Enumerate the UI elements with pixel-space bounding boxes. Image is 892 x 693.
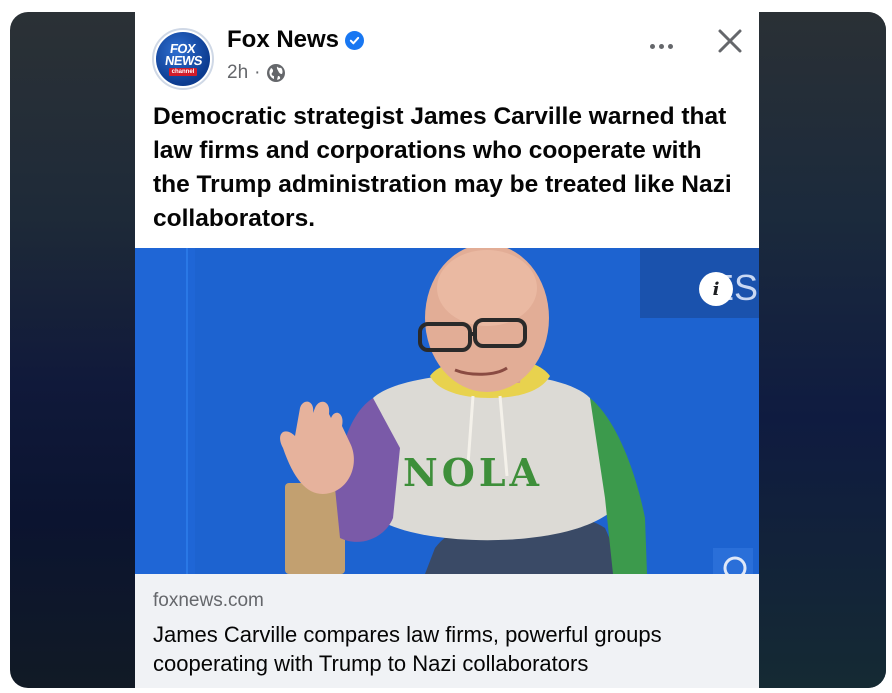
post-card: FOX NEWS channel Fox News 2h · Democrati… bbox=[135, 12, 759, 688]
info-icon: i bbox=[712, 278, 720, 300]
page-name[interactable]: Fox News bbox=[227, 26, 339, 54]
backdrop-glow bbox=[756, 12, 886, 688]
more-options-dot bbox=[667, 43, 673, 49]
meta-separator: · bbox=[254, 62, 261, 83]
logo-text-channel: channel bbox=[168, 67, 198, 76]
close-icon bbox=[718, 29, 742, 53]
link-domain: foxnews.com bbox=[153, 590, 264, 611]
shirt-text: NOLA bbox=[403, 450, 543, 495]
close-button[interactable] bbox=[713, 24, 747, 58]
post-timestamp[interactable]: 2h bbox=[227, 62, 248, 84]
ad-info-button[interactable]: i bbox=[699, 272, 733, 306]
carville-photo: ES NOLA bbox=[135, 248, 759, 574]
more-options-icon bbox=[649, 43, 655, 49]
post-meta: 2h · bbox=[227, 62, 286, 84]
post-header: FOX NEWS channel Fox News 2h · bbox=[135, 12, 759, 104]
page-avatar[interactable]: FOX NEWS channel bbox=[152, 28, 214, 90]
verified-badge-icon bbox=[345, 30, 365, 50]
link-preview[interactable]: foxnews.com James Carville compares law … bbox=[135, 574, 759, 688]
logo-text-news: NEWS bbox=[163, 52, 203, 68]
more-options-button[interactable] bbox=[643, 34, 679, 58]
more-options-dot bbox=[658, 43, 664, 49]
link-title[interactable]: James Carville compares law firms, power… bbox=[153, 620, 749, 678]
fox-news-logo: FOX NEWS channel bbox=[156, 32, 210, 86]
globe-icon bbox=[266, 63, 286, 83]
post-message: Democratic strategist James Carville war… bbox=[153, 103, 732, 232]
page-name-row: Fox News bbox=[227, 26, 365, 54]
link-image[interactable]: ES NOLA i bbox=[135, 248, 759, 574]
